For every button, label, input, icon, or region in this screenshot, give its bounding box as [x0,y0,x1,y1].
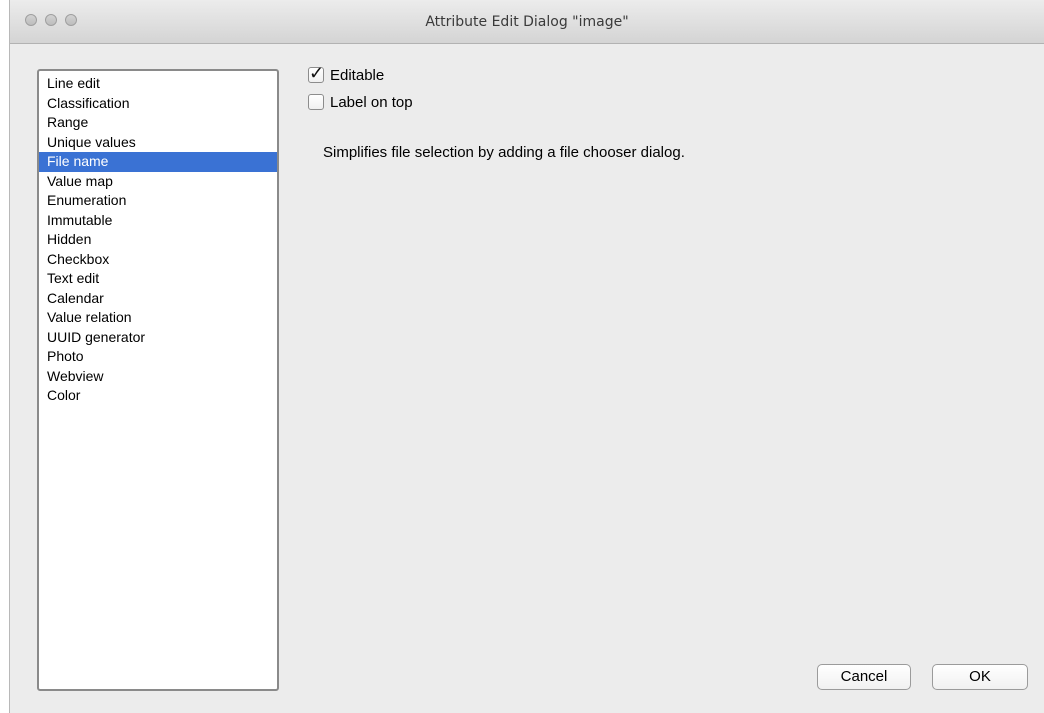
list-item[interactable]: Value map [39,172,277,192]
list-item[interactable]: Line edit [39,74,277,94]
editable-option[interactable]: ✓ Editable [308,63,385,85]
list-item-selected[interactable]: File name [39,152,277,172]
label-on-top-option[interactable]: Label on top [308,92,413,112]
label-on-top-label: Label on top [330,93,413,111]
editable-label: Editable [330,66,385,84]
list-item[interactable]: Range [39,113,277,133]
list-item[interactable]: Color [39,386,277,406]
list-item[interactable]: Immutable [39,211,277,231]
list-item[interactable]: Calendar [39,289,277,309]
list-item[interactable]: Hidden [39,230,277,250]
ok-button[interactable]: OK [932,664,1028,690]
list-item[interactable]: Classification [39,94,277,114]
widget-type-list[interactable]: Line edit Classification Range Unique va… [37,69,279,691]
list-item[interactable]: Enumeration [39,191,277,211]
dialog-window: Attribute Edit Dialog "image" Line edit … [10,0,1044,713]
title-bar[interactable]: Attribute Edit Dialog "image" [10,0,1044,44]
list-item[interactable]: Photo [39,347,277,367]
list-item[interactable]: Text edit [39,269,277,289]
widget-description: Simplifies file selection by adding a fi… [323,144,685,161]
list-item[interactable]: Unique values [39,133,277,153]
list-item[interactable]: UUID generator [39,328,277,348]
list-item[interactable]: Value relation [39,308,277,328]
checkmark-icon: ✓ [309,63,325,83]
label-on-top-checkbox[interactable] [308,94,324,110]
cancel-button[interactable]: Cancel [817,664,911,690]
editable-checkbox[interactable]: ✓ [308,63,324,83]
list-item[interactable]: Checkbox [39,250,277,270]
window-title: Attribute Edit Dialog "image" [425,14,629,30]
list-item[interactable]: Webview [39,367,277,387]
